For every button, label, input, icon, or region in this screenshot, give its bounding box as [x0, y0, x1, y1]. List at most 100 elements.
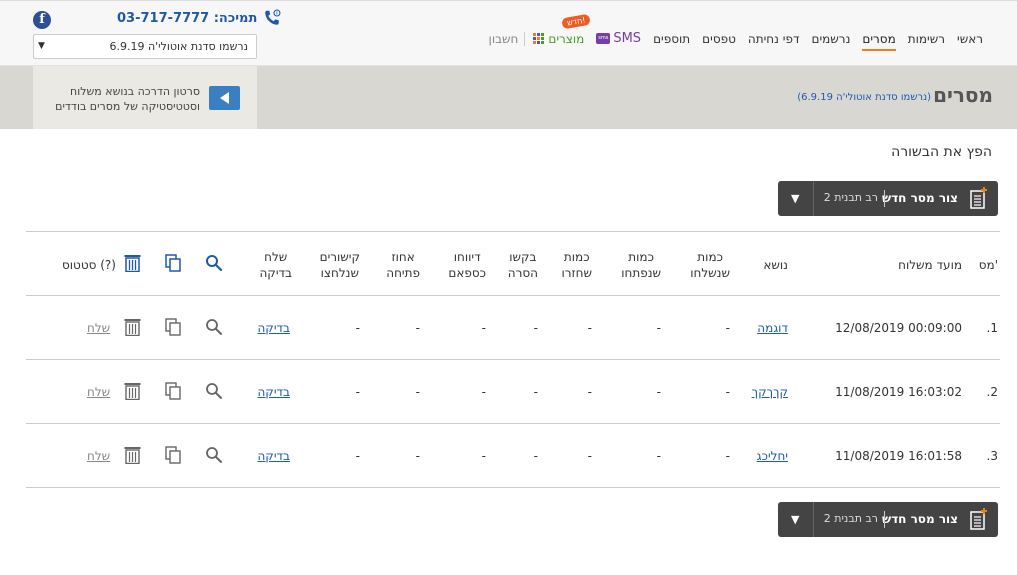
nav-lists[interactable]: רשימות [902, 32, 951, 46]
new-message-label: צור מסר חדש [882, 191, 958, 205]
row-sent: - [725, 385, 730, 399]
copy-icon [165, 254, 181, 272]
tutorial-text: סרטון הדרכה בנושא משלוח וסטטיסטיקה של מס… [55, 84, 200, 114]
template-label: רב תבנית 2 [823, 512, 878, 525]
row-test-link[interactable]: בדיקה [257, 321, 290, 335]
chevron-down-icon: ▼ [38, 41, 45, 51]
tutorial-line-2: וסטטיסטיקה של מסרים בודדים [55, 100, 200, 113]
phone-icon: i [265, 9, 281, 25]
col-header-sent: כמות שנשלחו [690, 249, 730, 281]
row-test-link[interactable]: בדיקה [257, 385, 290, 399]
row-subject-link[interactable]: קךךקך [752, 385, 788, 399]
row-open-pct: - [415, 385, 420, 399]
divider [813, 502, 814, 537]
search-icon[interactable] [205, 318, 223, 336]
nav-subscribers[interactable]: נרשמים [806, 32, 857, 46]
trash-icon [124, 255, 141, 272]
col-header-open-pct-line2: פתיחה [386, 266, 420, 280]
new-message-button[interactable]: צור מסר חדש רב תבנית 2 ▼ [778, 502, 998, 537]
page-title: מסרים [933, 83, 993, 107]
nav-messages[interactable]: מסרים [856, 32, 901, 51]
search-icon[interactable] [205, 446, 223, 464]
nav-sms-label: SMS [613, 31, 642, 46]
search-icon [206, 255, 223, 272]
new-doc-icon [970, 187, 987, 209]
row-open-pct: - [415, 321, 420, 335]
row-returned: - [587, 321, 592, 335]
col-header-removal-line2: הסרה [507, 266, 538, 280]
col-header-opened-line2: שנפתחו [621, 266, 661, 280]
row-divider [26, 295, 1000, 296]
col-header-open-pct: אחוז פתיחה [386, 249, 420, 281]
nav-home[interactable]: ראשי [951, 32, 989, 46]
row-links: - [355, 385, 360, 399]
col-header-test: שלח בדיקה [259, 249, 292, 281]
row-spam: - [481, 321, 486, 335]
col-header-returned: כמות שחזרו [561, 249, 592, 281]
row-subject-link[interactable]: דוגמה [757, 321, 788, 335]
caret-down-icon[interactable]: ▼ [791, 513, 799, 526]
nav-products[interactable]: חדש! מוצרים [524, 13, 592, 46]
nav-addons[interactable]: תוספים [647, 32, 696, 46]
row-send-link[interactable]: שלח [87, 321, 110, 335]
divider [884, 511, 885, 528]
col-header-spam: דיווחו כספאם [448, 249, 486, 281]
nav-landing-pages[interactable]: דפי נחיתה [742, 32, 806, 46]
divider [884, 190, 885, 207]
col-header-send-time: מועד משלוח [898, 258, 962, 272]
account-select[interactable]: נרשמו סדנת אוטולי'ה 6.9.19 ▼ [33, 34, 257, 59]
page-subtitle: (נרשמו סדנת אוטולי'ה 6.9.19) [797, 92, 931, 103]
col-header-returned-line1: כמות [563, 250, 590, 264]
col-header-removal-line1: בקשו [509, 250, 537, 264]
row-num: .3 [986, 449, 998, 463]
trash-icon[interactable] [124, 446, 141, 464]
col-header-subject: נושא [763, 258, 788, 272]
copy-icon[interactable] [165, 318, 181, 336]
facebook-icon[interactable]: f [33, 11, 51, 29]
col-header-spam-line2: כספאם [448, 266, 486, 280]
col-header-num: מס' [978, 258, 998, 272]
new-message-button[interactable]: צור מסר חדש רב תבנית 2 ▼ [778, 181, 998, 216]
col-header-test-line1: שלח [264, 250, 288, 264]
row-num: .2 [986, 385, 998, 399]
account-select-value: נרשמו סדנת אוטולי'ה 6.9.19 [109, 40, 248, 53]
row-removal: - [533, 321, 538, 335]
caret-down-icon[interactable]: ▼ [791, 192, 799, 205]
divider [813, 181, 814, 216]
row-links: - [355, 321, 360, 335]
nav-forms[interactable]: טפסים [696, 32, 742, 46]
nav-sms[interactable]: sms SMS [590, 31, 647, 46]
row-send-link[interactable]: שלח [87, 449, 110, 463]
tutorial-line-1: סרטון הדרכה בנושא משלוח [70, 85, 200, 98]
trash-icon[interactable] [124, 382, 141, 400]
tutorial-video-box[interactable]: סרטון הדרכה בנושא משלוח וסטטיסטיקה של מס… [33, 66, 257, 129]
col-header-status[interactable]: סטטוס (?) [62, 257, 116, 273]
row-sent: - [725, 449, 730, 463]
col-header-opened-line1: כמות [628, 250, 654, 264]
row-subject-link[interactable]: יחליכג [757, 449, 788, 463]
nav-products-label: מוצרים [548, 31, 585, 46]
new-doc-icon [970, 508, 987, 530]
row-send-link[interactable]: שלח [87, 385, 110, 399]
col-header-sent-line2: שנשלחו [690, 266, 730, 280]
col-header-links: קישורים שנלחצו [320, 249, 360, 281]
search-icon[interactable] [205, 382, 223, 400]
play-icon[interactable] [209, 86, 240, 110]
col-header-sent-line1: כמות [697, 250, 723, 264]
trash-icon[interactable] [124, 318, 141, 336]
row-open-pct: - [415, 449, 420, 463]
table-border-bottom [26, 487, 1000, 488]
template-label: רב תבנית 2 [823, 191, 878, 204]
copy-icon[interactable] [165, 382, 181, 400]
new-message-label: צור מסר חדש [882, 512, 958, 526]
spread-news-link[interactable]: הפץ את הבשורה [891, 144, 992, 160]
support-label: תמיכה: 03-717-7777 [117, 10, 258, 26]
table-border-top [26, 231, 1000, 232]
row-send-time: 12/08/2019 00:09:00 [835, 321, 962, 335]
row-test-link[interactable]: בדיקה [257, 449, 290, 463]
support-phone[interactable]: תמיכה: 03-717-7777 i [117, 9, 281, 27]
row-removal: - [533, 449, 538, 463]
copy-icon[interactable] [165, 446, 181, 464]
nav-account[interactable]: חשבון [489, 32, 525, 46]
sms-bubble-icon: sms [596, 33, 611, 44]
